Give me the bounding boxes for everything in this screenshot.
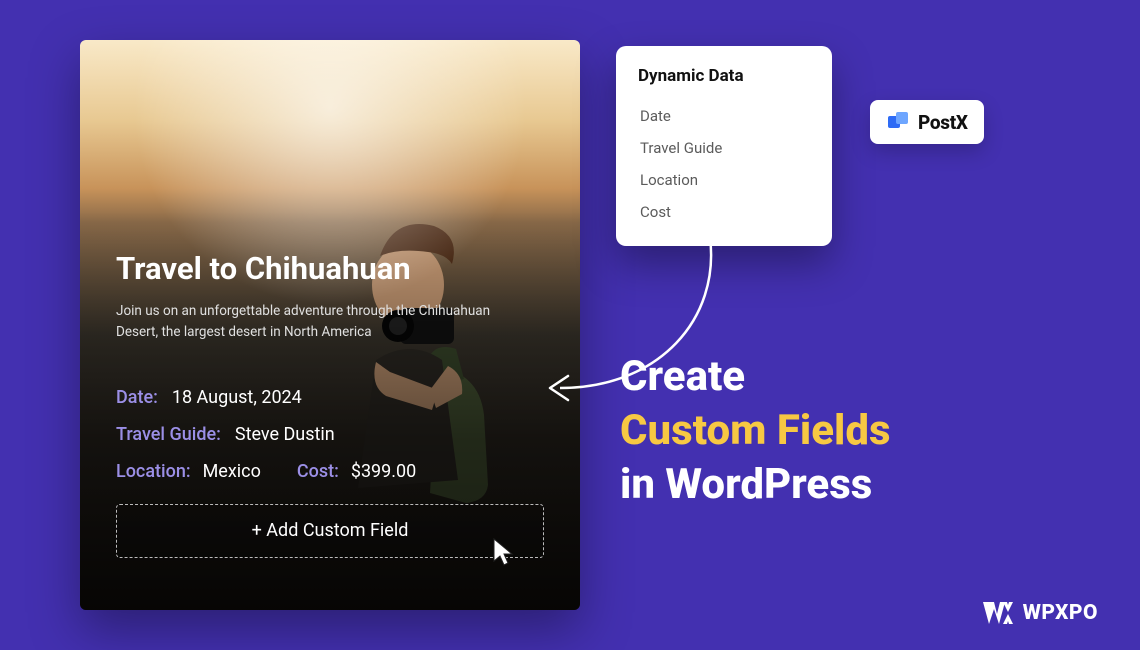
field-location-cost: Location: Mexico Cost: $399.00	[116, 461, 544, 482]
headline-line-1: Create	[620, 350, 891, 404]
popup-item-cost[interactable]: Cost	[638, 196, 810, 228]
field-date-label: Date:	[116, 387, 158, 408]
card-description: Join us on an unforgettable adventure th…	[116, 301, 506, 343]
field-cost-label: Cost:	[297, 461, 339, 482]
cursor-icon	[491, 537, 517, 567]
add-custom-field-label: + Add Custom Field	[252, 520, 409, 541]
travel-card: Travel to Chihuahuan Join us on an unfor…	[80, 40, 580, 610]
wpxpo-label: WPXPO	[1023, 601, 1098, 625]
popup-title: Dynamic Data	[638, 66, 810, 86]
field-guide-label: Travel Guide:	[116, 424, 221, 445]
popup-item-date[interactable]: Date	[638, 100, 810, 132]
popup-item-location[interactable]: Location	[638, 164, 810, 196]
field-date-value: 18 August, 2024	[172, 387, 302, 408]
postx-label: PostX	[918, 111, 968, 134]
field-travel-guide: Travel Guide: Steve Dustin	[116, 424, 544, 445]
card-title: Travel to Chihuahuan	[116, 250, 544, 287]
dynamic-data-popup: Dynamic Data Date Travel Guide Location …	[616, 46, 832, 246]
add-custom-field-button[interactable]: + Add Custom Field	[116, 504, 544, 558]
field-guide-value: Steve Dustin	[235, 424, 335, 445]
headline-line-2: Custom Fields	[620, 404, 891, 458]
field-location-label: Location:	[116, 461, 191, 482]
postx-badge: PostX	[870, 100, 984, 144]
card-content: Travel to Chihuahuan Join us on an unfor…	[116, 250, 544, 558]
field-location-value: Mexico	[203, 461, 261, 482]
field-cost-value: $399.00	[351, 461, 416, 482]
popup-item-travel-guide[interactable]: Travel Guide	[638, 132, 810, 164]
field-date: Date: 18 August, 2024	[116, 387, 544, 408]
custom-fields-list: Date: 18 August, 2024 Travel Guide: Stev…	[116, 387, 544, 482]
postx-logo-icon	[886, 110, 910, 134]
headline-line-3: in WordPress	[620, 458, 891, 512]
wpxpo-logo: WPXPO	[983, 600, 1098, 626]
headline: Create Custom Fields in WordPress	[620, 350, 891, 511]
wpxpo-logo-icon	[983, 600, 1013, 626]
